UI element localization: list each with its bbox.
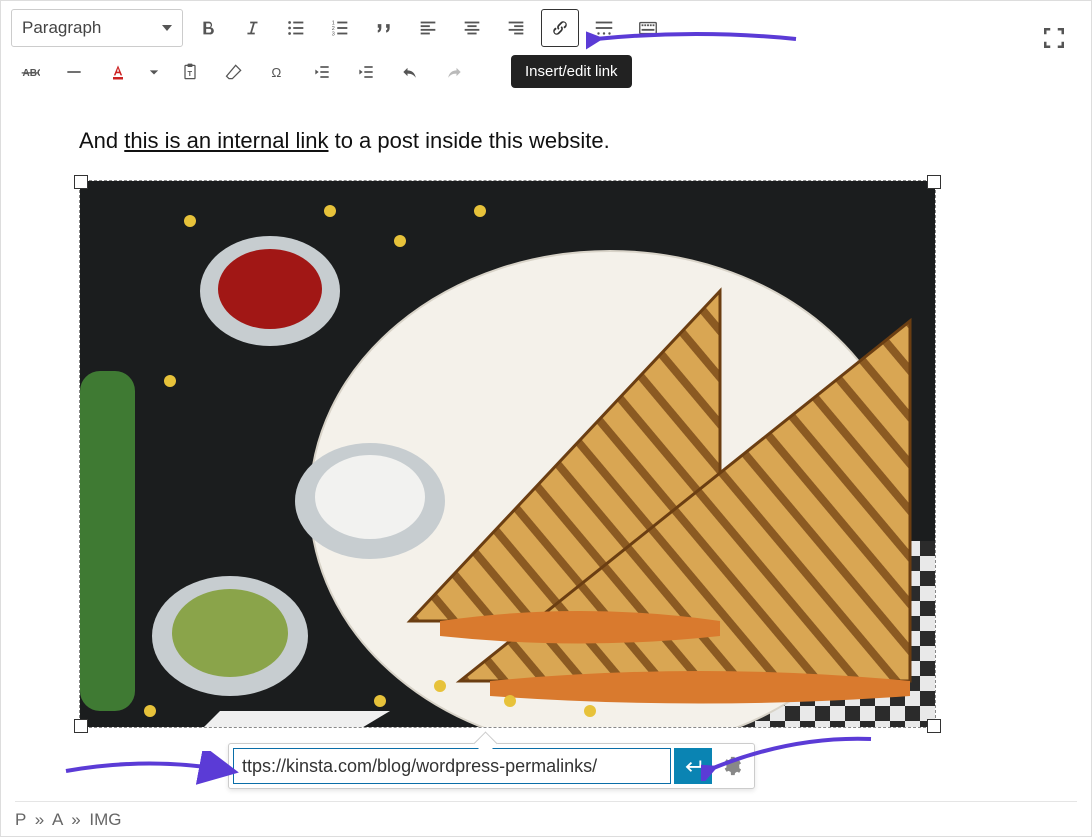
- link-url-input[interactable]: [233, 748, 671, 784]
- align-center-button[interactable]: [453, 9, 491, 47]
- link-options-button[interactable]: [712, 748, 750, 784]
- outdent-icon: [312, 62, 332, 82]
- insert-link-button[interactable]: [541, 9, 579, 47]
- numbered-list-icon: 123: [329, 17, 351, 39]
- bullet-list-icon: [285, 17, 307, 39]
- text-color-button[interactable]: [99, 53, 137, 91]
- resize-handle-tr[interactable]: [927, 175, 941, 189]
- align-left-button[interactable]: [409, 9, 447, 47]
- editor-toolbar: Paragraph 123: [1, 1, 1091, 91]
- text-suffix: to a post inside this website.: [328, 128, 609, 153]
- text-color-icon: [108, 62, 128, 82]
- fullscreen-button[interactable]: [1039, 23, 1069, 53]
- align-right-icon: [505, 17, 527, 39]
- content-paragraph[interactable]: And this is an internal link to a post i…: [79, 128, 1013, 154]
- special-character-button[interactable]: Ω: [259, 53, 297, 91]
- indent-icon: [356, 62, 376, 82]
- align-right-button[interactable]: [497, 9, 535, 47]
- enter-icon: [682, 755, 704, 777]
- link-url-popover: [228, 743, 755, 789]
- horizontal-rule-button[interactable]: [55, 53, 93, 91]
- format-dropdown[interactable]: Paragraph: [11, 9, 183, 47]
- redo-icon: [444, 62, 464, 82]
- bold-button[interactable]: [189, 9, 227, 47]
- outdent-button[interactable]: [303, 53, 341, 91]
- resize-handle-tl[interactable]: [74, 175, 88, 189]
- text-prefix: And: [79, 128, 124, 153]
- path-sep: »: [35, 810, 44, 829]
- hr-icon: [64, 62, 84, 82]
- editor-content[interactable]: And this is an internal link to a post i…: [1, 91, 1091, 728]
- italic-button[interactable]: [233, 9, 271, 47]
- resize-handle-br[interactable]: [927, 719, 941, 733]
- editor-frame: Paragraph 123: [0, 0, 1092, 837]
- blockquote-button[interactable]: [365, 9, 403, 47]
- element-path-bar: P » A » IMG: [15, 801, 1077, 830]
- path-seg-a[interactable]: A: [52, 810, 62, 829]
- redo-button[interactable]: [435, 53, 473, 91]
- tooltip: Insert/edit link: [511, 55, 632, 88]
- paste-text-button[interactable]: T: [171, 53, 209, 91]
- undo-icon: [400, 62, 420, 82]
- svg-text:ABC: ABC: [23, 68, 41, 79]
- caret-down-icon: [162, 25, 172, 31]
- toolbar-toggle-button[interactable]: [629, 9, 667, 47]
- image-placeholder: [80, 181, 935, 727]
- eraser-icon: [224, 62, 244, 82]
- clipboard-icon: T: [180, 62, 200, 82]
- svg-text:Ω: Ω: [271, 65, 281, 80]
- numbered-list-button[interactable]: 123: [321, 9, 359, 47]
- path-seg-img[interactable]: IMG: [89, 810, 121, 829]
- strikethrough-button[interactable]: ABC: [11, 53, 49, 91]
- text-color-dropdown[interactable]: [143, 53, 165, 91]
- svg-text:3: 3: [332, 31, 335, 37]
- svg-text:T: T: [188, 69, 193, 78]
- indent-button[interactable]: [347, 53, 385, 91]
- link-icon: [549, 17, 571, 39]
- toolbar-row-1: Paragraph 123: [11, 9, 1081, 47]
- read-more-icon: [593, 17, 615, 39]
- align-center-icon: [461, 17, 483, 39]
- resize-handle-bl[interactable]: [74, 719, 88, 733]
- format-label: Paragraph: [22, 18, 101, 38]
- fullscreen-icon: [1039, 23, 1069, 53]
- read-more-button[interactable]: [585, 9, 623, 47]
- selected-image[interactable]: [79, 180, 936, 728]
- annotation-arrow-input: [61, 751, 241, 791]
- path-seg-p[interactable]: P: [15, 810, 26, 829]
- apply-link-button[interactable]: [674, 748, 712, 784]
- internal-link[interactable]: this is an internal link: [124, 128, 328, 153]
- align-left-icon: [417, 17, 439, 39]
- clear-formatting-button[interactable]: [215, 53, 253, 91]
- bullet-list-button[interactable]: [277, 9, 315, 47]
- strikethrough-icon: ABC: [20, 62, 40, 82]
- italic-icon: [241, 17, 263, 39]
- keyboard-icon: [637, 17, 659, 39]
- gear-icon: [720, 755, 742, 777]
- bold-icon: [197, 17, 219, 39]
- path-sep: »: [71, 810, 80, 829]
- omega-icon: Ω: [268, 62, 288, 82]
- caret-down-icon: [144, 62, 164, 82]
- quote-icon: [373, 17, 395, 39]
- undo-button[interactable]: [391, 53, 429, 91]
